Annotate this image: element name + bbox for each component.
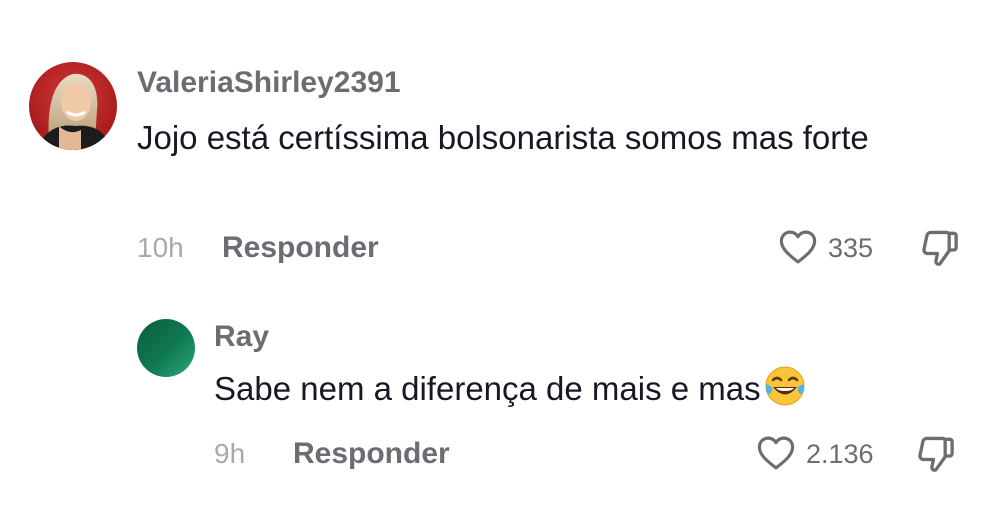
like-count: 335 xyxy=(828,233,874,263)
like-button[interactable]: 2.136 xyxy=(755,432,890,476)
comment-text-content: Sabe nem a diferença de mais e mas xyxy=(214,370,761,407)
heart-outline-icon xyxy=(757,436,795,470)
user-photo-avatar-icon xyxy=(29,62,117,150)
comment-item: ValeriaShirley2391 Jojo está certíssima … xyxy=(0,0,1000,300)
reply-comment-item: Ray Sabe nem a diferença de mais e mas 9… xyxy=(0,300,1000,520)
username[interactable]: ValeriaShirley2391 xyxy=(137,66,401,100)
face-with-tears-of-joy-icon xyxy=(765,366,805,406)
timestamp: 9h xyxy=(214,438,246,469)
reply-button[interactable]: Responder xyxy=(293,437,450,471)
user-avatar[interactable] xyxy=(29,62,117,150)
username[interactable]: Ray xyxy=(214,320,269,354)
thumbs-down-outline-icon[interactable] xyxy=(914,432,958,476)
heart-outline-icon xyxy=(779,230,817,264)
green-gradient-avatar-icon xyxy=(137,319,195,377)
comment-actions: 10h Responder 335 xyxy=(0,222,1000,272)
user-avatar[interactable] xyxy=(137,319,195,377)
comment-text: Sabe nem a diferença de mais e mas xyxy=(214,364,974,414)
like-count: 2.136 xyxy=(806,439,874,469)
reply-button[interactable]: Responder xyxy=(222,231,379,265)
thumbs-down-outline-icon[interactable] xyxy=(918,226,962,270)
comment-text: Jojo está certíssima bolsonarista somos … xyxy=(137,119,869,156)
timestamp: 10h xyxy=(137,232,184,263)
comment-actions: 9h Responder 2.136 xyxy=(0,428,1000,478)
like-button[interactable]: 335 xyxy=(777,226,887,270)
